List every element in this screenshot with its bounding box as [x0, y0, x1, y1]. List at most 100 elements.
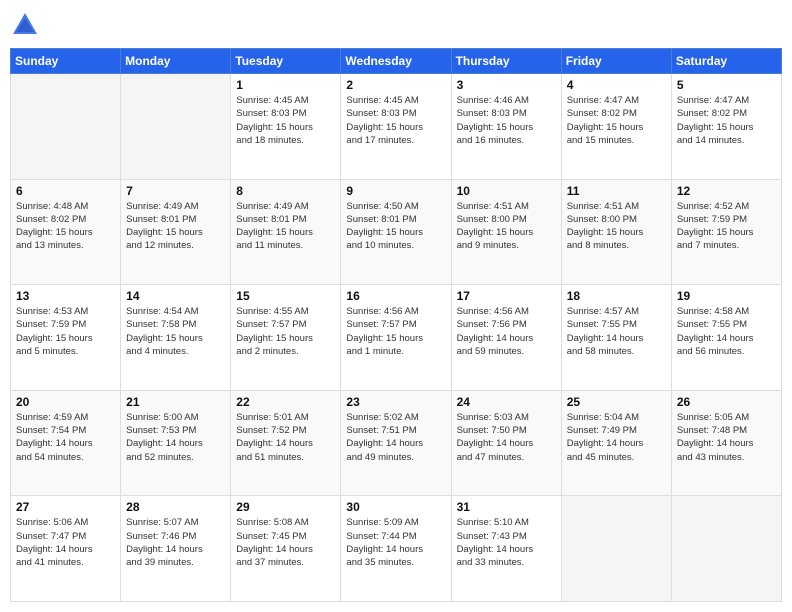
cell-content: Sunrise: 4:54 AMSunset: 7:58 PMDaylight:…	[126, 305, 225, 358]
calendar-cell: 3 Sunrise: 4:46 AMSunset: 8:03 PMDaylight…	[451, 74, 561, 180]
calendar-cell: 15 Sunrise: 4:55 AMSunset: 7:57 PMDayligh…	[231, 285, 341, 391]
day-number: 8	[236, 184, 335, 198]
calendar-cell: 18 Sunrise: 4:57 AMSunset: 7:55 PMDayligh…	[561, 285, 671, 391]
weekday-header-thursday: Thursday	[451, 49, 561, 74]
logo-icon	[10, 10, 40, 40]
calendar-cell: 4 Sunrise: 4:47 AMSunset: 8:02 PMDaylight…	[561, 74, 671, 180]
calendar-cell: 30Sunrise: 5:09 AMSunset: 7:44 PMDayligh…	[341, 496, 451, 602]
day-number: 31	[457, 500, 556, 514]
weekday-header-monday: Monday	[121, 49, 231, 74]
day-number: 26	[677, 395, 776, 409]
cell-content: Sunrise: 4:58 AMSunset: 7:55 PMDaylight:…	[677, 305, 776, 358]
day-number: 21	[126, 395, 225, 409]
cell-content: Sunrise: 4:56 AMSunset: 7:56 PMDaylight:…	[457, 305, 556, 358]
weekday-header-sunday: Sunday	[11, 49, 121, 74]
calendar-cell: 22 Sunrise: 5:01 AMSunset: 7:52 PMDayligh…	[231, 390, 341, 496]
cell-content: Sunrise: 5:09 AMSunset: 7:44 PMDaylight:…	[346, 516, 445, 569]
calendar-cell: 26Sunrise: 5:05 AMSunset: 7:48 PMDayligh…	[671, 390, 781, 496]
calendar-cell: 16 Sunrise: 4:56 AMSunset: 7:57 PMDayligh…	[341, 285, 451, 391]
calendar-cell: 27Sunrise: 5:06 AMSunset: 7:47 PMDayligh…	[11, 496, 121, 602]
cell-content: Sunrise: 5:00 AMSunset: 7:53 PMDaylight:…	[126, 411, 225, 464]
calendar-cell	[11, 74, 121, 180]
day-number: 22	[236, 395, 335, 409]
weekday-header-friday: Friday	[561, 49, 671, 74]
cell-content: Sunrise: 5:03 AMSunset: 7:50 PMDaylight:…	[457, 411, 556, 464]
day-number: 12	[677, 184, 776, 198]
day-number: 11	[567, 184, 666, 198]
calendar-cell: 1Sunrise: 4:45 AMSunset: 8:03 PMDaylight…	[231, 74, 341, 180]
calendar-week-2: 6Sunrise: 4:48 AMSunset: 8:02 PMDaylight…	[11, 179, 782, 285]
cell-content: Sunrise: 4:47 AMSunset: 8:02 PMDaylight:…	[567, 94, 666, 147]
header	[10, 10, 782, 40]
calendar-cell: 13 Sunrise: 4:53 AMSunset: 7:59 PMDayligh…	[11, 285, 121, 391]
cell-content: Sunrise: 5:07 AMSunset: 7:46 PMDaylight:…	[126, 516, 225, 569]
calendar-week-3: 13 Sunrise: 4:53 AMSunset: 7:59 PMDayligh…	[11, 285, 782, 391]
calendar-cell: 20Sunrise: 4:59 AMSunset: 7:54 PMDayligh…	[11, 390, 121, 496]
day-number: 10	[457, 184, 556, 198]
cell-content: Sunrise: 4:51 AMSunset: 8:00 PMDaylight:…	[457, 200, 556, 253]
day-number: 14	[126, 289, 225, 303]
calendar-cell: 17 Sunrise: 4:56 AMSunset: 7:56 PMDayligh…	[451, 285, 561, 391]
calendar-cell: 23 Sunrise: 5:02 AMSunset: 7:51 PMDayligh…	[341, 390, 451, 496]
cell-content: Sunrise: 4:57 AMSunset: 7:55 PMDaylight:…	[567, 305, 666, 358]
calendar-cell	[561, 496, 671, 602]
weekday-header-wednesday: Wednesday	[341, 49, 451, 74]
calendar-week-5: 27Sunrise: 5:06 AMSunset: 7:47 PMDayligh…	[11, 496, 782, 602]
cell-content: Sunrise: 4:59 AMSunset: 7:54 PMDaylight:…	[16, 411, 115, 464]
calendar-cell	[671, 496, 781, 602]
calendar-cell: 28Sunrise: 5:07 AMSunset: 7:46 PMDayligh…	[121, 496, 231, 602]
cell-content: Sunrise: 5:02 AMSunset: 7:51 PMDaylight:…	[346, 411, 445, 464]
day-number: 4	[567, 78, 666, 92]
day-number: 9	[346, 184, 445, 198]
day-number: 17	[457, 289, 556, 303]
cell-content: Sunrise: 5:10 AMSunset: 7:43 PMDaylight:…	[457, 516, 556, 569]
cell-content: Sunrise: 4:48 AMSunset: 8:02 PMDaylight:…	[16, 200, 115, 253]
calendar-cell: 6Sunrise: 4:48 AMSunset: 8:02 PMDaylight…	[11, 179, 121, 285]
calendar-header: SundayMondayTuesdayWednesdayThursdayFrid…	[11, 49, 782, 74]
cell-content: Sunrise: 4:49 AMSunset: 8:01 PMDaylight:…	[126, 200, 225, 253]
calendar-cell: 9 Sunrise: 4:50 AMSunset: 8:01 PMDaylight…	[341, 179, 451, 285]
calendar: SundayMondayTuesdayWednesdayThursdayFrid…	[10, 48, 782, 602]
calendar-cell: 11 Sunrise: 4:51 AMSunset: 8:00 PMDayligh…	[561, 179, 671, 285]
cell-content: Sunrise: 4:45 AMSunset: 8:03 PMDaylight:…	[346, 94, 445, 147]
day-number: 2	[346, 78, 445, 92]
calendar-cell	[121, 74, 231, 180]
logo	[10, 10, 44, 40]
day-number: 18	[567, 289, 666, 303]
cell-content: Sunrise: 4:56 AMSunset: 7:57 PMDaylight:…	[346, 305, 445, 358]
day-number: 27	[16, 500, 115, 514]
day-number: 3	[457, 78, 556, 92]
calendar-week-1: 1Sunrise: 4:45 AMSunset: 8:03 PMDaylight…	[11, 74, 782, 180]
weekday-row: SundayMondayTuesdayWednesdayThursdayFrid…	[11, 49, 782, 74]
calendar-body: 1Sunrise: 4:45 AMSunset: 8:03 PMDaylight…	[11, 74, 782, 602]
calendar-cell: 14 Sunrise: 4:54 AMSunset: 7:58 PMDayligh…	[121, 285, 231, 391]
day-number: 24	[457, 395, 556, 409]
day-number: 25	[567, 395, 666, 409]
day-number: 7	[126, 184, 225, 198]
calendar-cell: 5Sunrise: 4:47 AMSunset: 8:02 PMDaylight…	[671, 74, 781, 180]
weekday-header-tuesday: Tuesday	[231, 49, 341, 74]
cell-content: Sunrise: 4:49 AMSunset: 8:01 PMDaylight:…	[236, 200, 335, 253]
calendar-cell: 29 Sunrise: 5:08 AMSunset: 7:45 PMDayligh…	[231, 496, 341, 602]
cell-content: Sunrise: 4:46 AMSunset: 8:03 PMDaylight:…	[457, 94, 556, 147]
cell-content: Sunrise: 4:51 AMSunset: 8:00 PMDaylight:…	[567, 200, 666, 253]
cell-content: Sunrise: 4:53 AMSunset: 7:59 PMDaylight:…	[16, 305, 115, 358]
calendar-week-4: 20Sunrise: 4:59 AMSunset: 7:54 PMDayligh…	[11, 390, 782, 496]
cell-content: Sunrise: 4:52 AMSunset: 7:59 PMDaylight:…	[677, 200, 776, 253]
cell-content: Sunrise: 4:50 AMSunset: 8:01 PMDaylight:…	[346, 200, 445, 253]
day-number: 23	[346, 395, 445, 409]
day-number: 16	[346, 289, 445, 303]
weekday-header-saturday: Saturday	[671, 49, 781, 74]
cell-content: Sunrise: 4:55 AMSunset: 7:57 PMDaylight:…	[236, 305, 335, 358]
day-number: 13	[16, 289, 115, 303]
day-number: 15	[236, 289, 335, 303]
calendar-cell: 7 Sunrise: 4:49 AMSunset: 8:01 PMDaylight…	[121, 179, 231, 285]
cell-content: Sunrise: 5:04 AMSunset: 7:49 PMDaylight:…	[567, 411, 666, 464]
calendar-cell: 31 Sunrise: 5:10 AMSunset: 7:43 PMDayligh…	[451, 496, 561, 602]
calendar-cell: 12 Sunrise: 4:52 AMSunset: 7:59 PMDayligh…	[671, 179, 781, 285]
day-number: 19	[677, 289, 776, 303]
day-number: 29	[236, 500, 335, 514]
day-number: 5	[677, 78, 776, 92]
cell-content: Sunrise: 5:08 AMSunset: 7:45 PMDaylight:…	[236, 516, 335, 569]
cell-content: Sunrise: 5:01 AMSunset: 7:52 PMDaylight:…	[236, 411, 335, 464]
